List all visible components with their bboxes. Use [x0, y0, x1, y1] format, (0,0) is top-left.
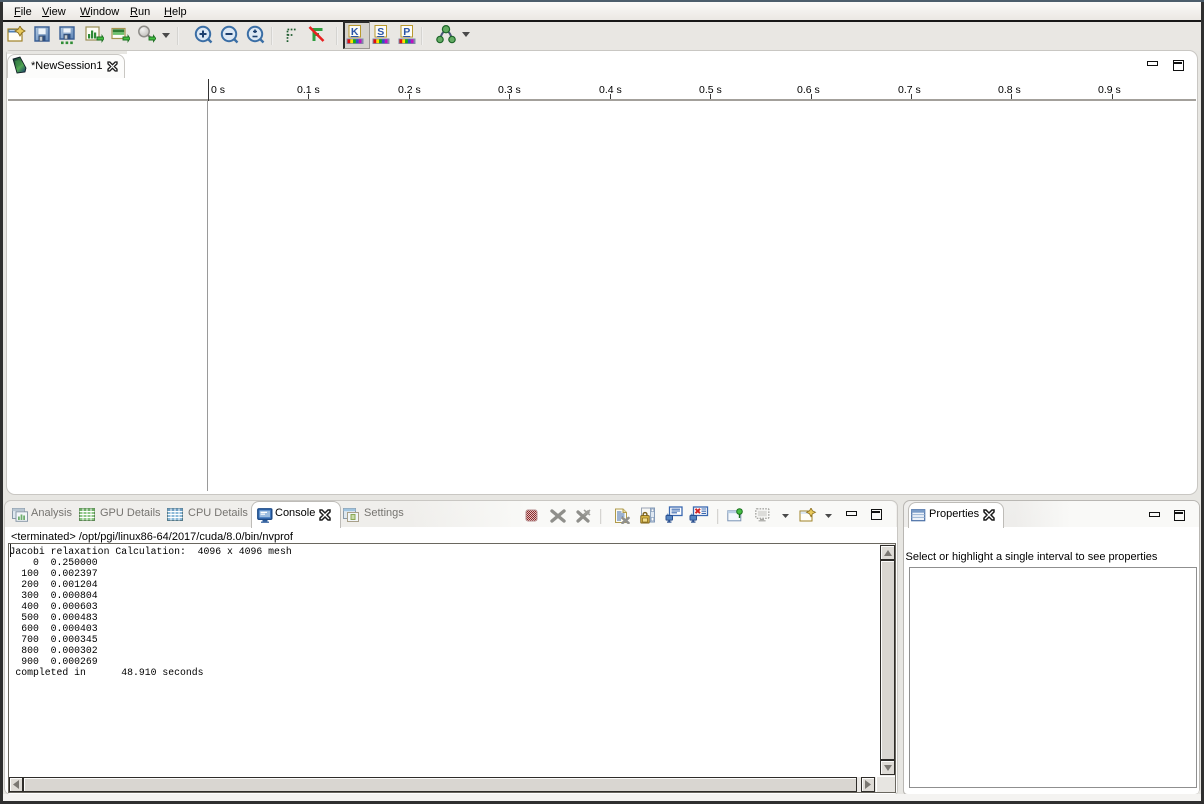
svg-text:P: P	[403, 26, 410, 38]
svg-text:K: K	[351, 26, 359, 38]
svg-text:S: S	[377, 26, 384, 38]
